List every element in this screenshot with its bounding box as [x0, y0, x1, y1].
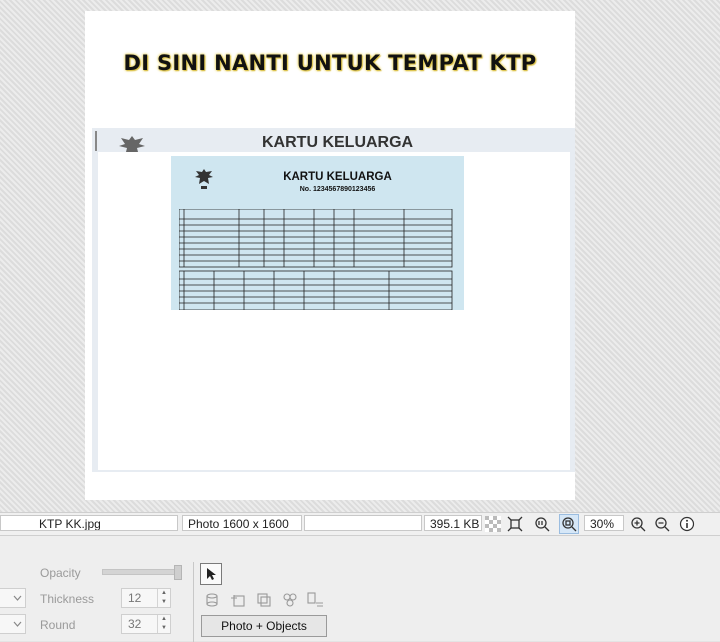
- photo-objects-mode-button[interactable]: Photo + Objects: [201, 615, 327, 637]
- round-label: Round: [40, 618, 76, 632]
- image-dimensions-field: Photo 1600 x 1600: [182, 515, 302, 531]
- card-table-grid: [179, 209, 453, 310]
- photo-page: DI SINI NANTI UNTUK TEMPAT KTP KARTU KEL…: [85, 11, 575, 500]
- info-icon[interactable]: [678, 515, 696, 533]
- thickness-stepper[interactable]: 12 ▲ ▼: [121, 588, 171, 608]
- ktp-placeholder-heading: DI SINI NANTI UNTUK TEMPAT KTP: [123, 51, 537, 75]
- round-value: 32: [128, 617, 142, 631]
- thickness-label: Thickness: [40, 592, 95, 606]
- select-pointer-button[interactable]: [200, 563, 222, 585]
- scan-title: KARTU KELUARGA: [262, 134, 414, 151]
- color-dropdown-2[interactable]: [0, 614, 26, 634]
- opacity-slider-thumb[interactable]: [174, 565, 182, 580]
- eraser-tool-icon[interactable]: [203, 591, 221, 609]
- duplicate-object-tool-icon[interactable]: [255, 591, 273, 609]
- color-dropdown-1[interactable]: [0, 588, 26, 608]
- zoom-actual-size-icon[interactable]: [533, 515, 551, 533]
- panel-divider: [193, 562, 194, 642]
- opacity-label: Opacity: [40, 566, 81, 580]
- zoom-out-icon[interactable]: [653, 515, 671, 533]
- group-objects-tool-icon[interactable]: [281, 591, 299, 609]
- fit-to-window-icon[interactable]: [506, 515, 524, 533]
- rename-object-tool-icon[interactable]: [306, 591, 324, 609]
- zoom-level-field[interactable]: 30%: [584, 515, 624, 531]
- transparency-checker-icon[interactable]: [484, 515, 502, 533]
- card-title: KARTU KELUARGA: [283, 171, 392, 183]
- opacity-slider[interactable]: [102, 565, 182, 580]
- add-object-tool-icon[interactable]: [229, 591, 247, 609]
- image-canvas[interactable]: DI SINI NANTI UNTUK TEMPAT KTP KARTU KEL…: [0, 0, 720, 512]
- object-properties-panel: Opacity Thickness 12 ▲ ▼ Round 32 ▲ ▼ Phot…: [0, 536, 720, 642]
- card-number: No. 1234567890123456: [299, 186, 376, 193]
- filename-field: KTP KK.jpg: [0, 515, 178, 531]
- round-stepper[interactable]: 32 ▲ ▼: [121, 614, 171, 634]
- thickness-value: 12: [128, 591, 142, 605]
- status-bar: KTP KK.jpg Photo 1600 x 1600 395.1 KB 30…: [0, 512, 720, 536]
- zoom-in-icon[interactable]: [629, 515, 647, 533]
- family-card-thumbnail: KARTU KELUARGA No. 1234567890123456: [171, 156, 464, 310]
- thickness-stepper-arrows[interactable]: ▲ ▼: [157, 589, 170, 607]
- scan-side-text: [95, 131, 97, 151]
- cursor-arrow-icon: [207, 568, 216, 580]
- info-field: [304, 515, 422, 531]
- zoom-fit-icon[interactable]: [559, 514, 579, 534]
- round-stepper-arrows[interactable]: ▲ ▼: [157, 615, 170, 633]
- filesize-field: 395.1 KB: [424, 515, 482, 531]
